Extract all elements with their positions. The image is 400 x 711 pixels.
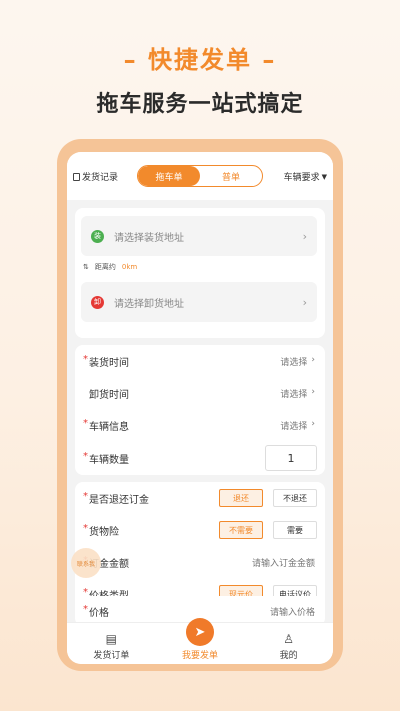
chevron-right-icon: › — [311, 386, 315, 397]
load-address-picker[interactable]: 装 请选择装货地址 › — [81, 216, 317, 256]
need-insurance-option[interactable]: 需要 — [273, 521, 317, 539]
order-type-toggle: 拖车单 普单 — [137, 165, 263, 187]
person-icon: ♙ — [283, 632, 295, 646]
promo-headline: – 快捷发单 – — [123, 46, 277, 74]
unload-pin-icon: 卸 — [91, 295, 104, 309]
unload-address-picker[interactable]: 卸 请选择卸货地址 › — [81, 282, 317, 322]
vehicle-requirement-label: 车辆要求 — [283, 173, 320, 183]
price-label: 价格 — [89, 607, 109, 619]
vehicle-count-input[interactable]: 1 — [265, 445, 317, 471]
vehicle-info-value: 请选择 — [280, 421, 308, 432]
tab-shipping-orders-label: 发货订单 — [93, 651, 130, 661]
chevron-right-icon: › — [311, 418, 315, 429]
tab-profile-label: 我的 — [279, 651, 298, 661]
tab-publish-order[interactable]: ➤ 我要发单 — [165, 618, 235, 661]
tab-normal-order[interactable]: 普单 — [200, 166, 262, 186]
chevron-right-icon: › — [302, 229, 307, 243]
unload-time-label: 卸货时间 — [89, 389, 129, 401]
chevron-right-icon: › — [302, 295, 307, 309]
vehicle-count-row: * 车辆数量 1 — [75, 441, 325, 475]
no-refund-option[interactable]: 不退还 — [273, 489, 317, 507]
insurance-label: 货物险 — [89, 526, 119, 538]
promo-subline: 拖车服务一站式搞定 — [96, 92, 304, 117]
tab-profile[interactable]: ♙ 我的 — [254, 632, 324, 661]
unload-time-row[interactable]: 卸货时间 请选择 › — [75, 377, 325, 409]
deposit-amount-row[interactable]: *订金金额 请输入订金金额 — [75, 546, 325, 578]
top-bar: 发货记录 拖车单 普单 车辆要求 ▼ — [67, 152, 333, 200]
phone-frame: 发货记录 拖车单 普单 车辆要求 ▼ 装 请选择装货地址 › ⇅ 距离约 0km — [57, 139, 343, 671]
no-insurance-option[interactable]: 不需要 — [219, 521, 263, 539]
load-address-placeholder: 请选择装货地址 — [114, 232, 184, 244]
distance-value: 0km — [121, 263, 138, 271]
insurance-row: * 货物险 不需要 需要 — [75, 514, 325, 546]
vehicle-info-label: 车辆信息 — [89, 421, 129, 433]
unload-time-value: 请选择 — [280, 389, 308, 400]
vehicle-info-row[interactable]: * 车辆信息 请选择 › — [75, 409, 325, 441]
records-link[interactable]: 发货记录 — [73, 170, 118, 183]
load-time-row[interactable]: * 装货时间 请选择 › — [75, 345, 325, 377]
route-icon: ⇅ — [83, 263, 89, 271]
tab-shipping-orders[interactable]: ▤ 发货订单 — [76, 632, 146, 661]
options-card: *是否退还订金 退还 不退还 *货物险 不需要 需要 *订金金额 请输入订金金额… — [75, 482, 325, 612]
load-time-value: 请选择 — [280, 357, 308, 368]
vehicle-requirement-dropdown[interactable]: 车辆要求 ▼ — [283, 170, 327, 184]
address-card: 装 请选择装货地址 › ⇅ 距离约 0km 卸 请选择卸货地址 › — [75, 208, 325, 338]
load-pin-icon: 装 — [91, 229, 104, 243]
deposit-refund-label: 是否退还订金 — [89, 494, 149, 506]
caret-down-icon: ▼ — [321, 172, 327, 181]
load-time-label: 装货时间 — [89, 357, 129, 369]
price-input[interactable]: 请输入价格 — [270, 605, 315, 618]
tab-tow-order[interactable]: 拖车单 — [138, 166, 200, 186]
tab-publish-order-label: 我要发单 — [181, 651, 218, 661]
bottom-tab-bar: ▤ 发货订单 ➤ 我要发单 ♙ 我的 — [67, 618, 333, 664]
unload-address-placeholder: 请选择卸货地址 — [114, 298, 184, 310]
distance-label: 距离约 — [94, 263, 116, 271]
document-icon — [73, 172, 80, 181]
refund-option[interactable]: 退还 — [219, 489, 263, 507]
distance-line: ⇅ 距离约 0km — [83, 262, 137, 272]
app-screen: 发货记录 拖车单 普单 车辆要求 ▼ 装 请选择装货地址 › ⇅ 距离约 0km — [67, 152, 333, 664]
deposit-refund-row: * 是否退还订金 退还 不退还 — [75, 482, 325, 514]
vehicle-count-label: 车辆数量 — [89, 454, 129, 466]
chevron-right-icon: › — [311, 354, 315, 365]
paper-plane-icon: ➤ — [185, 618, 214, 646]
order-list-icon: ▤ — [105, 632, 117, 646]
records-label: 发货记录 — [82, 173, 119, 183]
deposit-amount-input[interactable]: 请输入订金金额 — [252, 556, 315, 569]
schedule-card: * 装货时间 请选择 › 卸货时间 请选择 › * 车辆信息 请选择 › * 车辆数量 1 — [75, 345, 325, 475]
contact-float-button[interactable]: 联系我 — [71, 548, 101, 578]
